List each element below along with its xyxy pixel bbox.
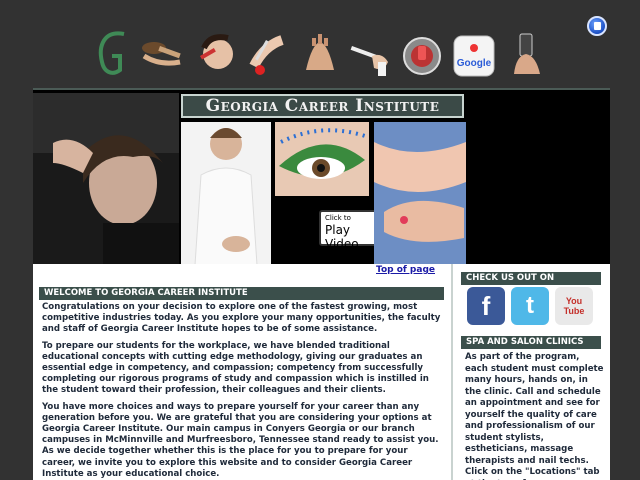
social-links: f t You Tube: [467, 287, 597, 327]
brush-makeup-icon[interactable]: [348, 26, 392, 82]
letter-g-logo-icon[interactable]: [92, 26, 136, 82]
phone-hand-icon[interactable]: [504, 26, 548, 82]
top-of-page-link[interactable]: Top of page: [376, 265, 435, 275]
makeup-brush-icon[interactable]: [140, 26, 184, 82]
welcome-paragraph-2: To prepare our students for the workplac…: [42, 340, 429, 396]
welcome-heading: WELCOME TO GEORGIA CAREER INSTITUTE: [39, 287, 444, 300]
check-us-out-heading: CHECK US OUT ON: [461, 272, 601, 285]
site-logo-title[interactable]: Georgia Career Institute: [181, 94, 464, 118]
spa-salon-heading: SPA AND SALON CLINICS: [461, 336, 601, 349]
service-icon-bar: Google: [90, 26, 550, 86]
main-column: Top of page WELCOME TO GEORGIA CAREER IN…: [33, 264, 449, 480]
welcome-paragraph-1: Congratulations on your decision to expl…: [42, 302, 441, 335]
lipstick-icon[interactable]: [400, 26, 444, 82]
eye-makeup-photo: [275, 122, 369, 196]
youtube-icon[interactable]: You Tube: [555, 287, 593, 325]
manicure-icon[interactable]: [246, 26, 290, 82]
play-video-text: Play Video: [325, 223, 359, 251]
spa-salon-text: As part of the program, each student mus…: [465, 352, 604, 480]
content-area: Top of page WELCOME TO GEORGIA CAREER IN…: [33, 264, 610, 480]
header-banner: Georgia Career Institute Click to Play V…: [33, 88, 610, 265]
window-icon[interactable]: [587, 16, 607, 36]
google-icon[interactable]: Google: [452, 26, 496, 82]
face-makeup-icon[interactable]: [194, 26, 238, 82]
nail-care-photo: [374, 122, 466, 265]
welcome-text: Congratulations on your decision to expl…: [42, 302, 442, 480]
twitter-icon[interactable]: t: [511, 287, 549, 325]
massage-hands-icon[interactable]: [298, 26, 342, 82]
play-video-small-text: Click to: [325, 214, 351, 222]
welcome-paragraph-3: You have more choices and ways to prepar…: [42, 401, 439, 479]
hair-stylist-photo: [33, 93, 179, 265]
sidebar: CHECK US OUT ON f t You Tube SPA AND SAL…: [451, 264, 610, 480]
google-label: Google: [457, 58, 492, 69]
esthetician-photo: [181, 122, 271, 265]
facebook-icon[interactable]: f: [467, 287, 505, 325]
